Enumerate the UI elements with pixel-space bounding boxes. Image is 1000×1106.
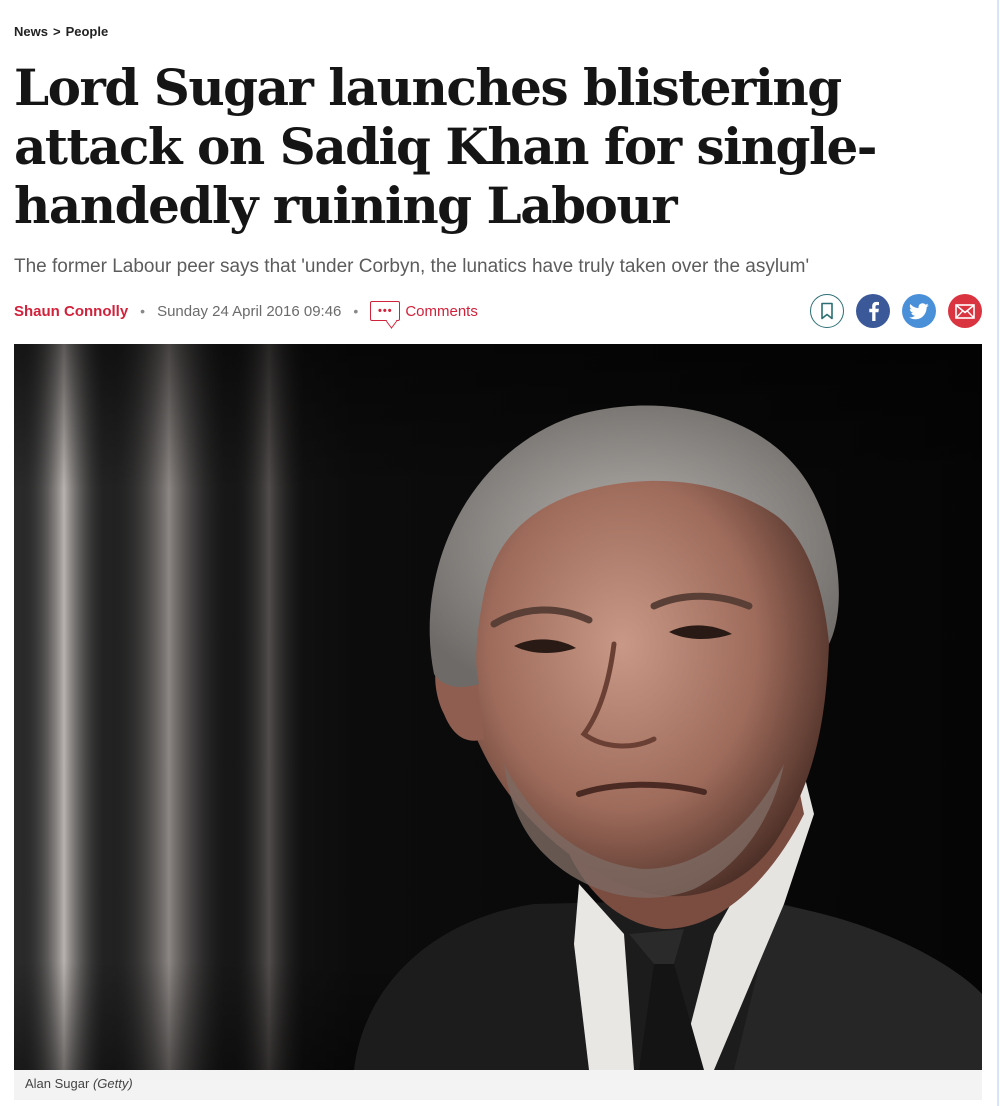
comments-label: Comments: [405, 302, 478, 320]
bookmark-icon: [821, 302, 833, 320]
author-link[interactable]: Shaun Connolly: [14, 303, 128, 320]
breadcrumb: News > People: [14, 24, 108, 39]
comment-bubble-icon: •••: [370, 301, 401, 321]
article-headline: Lord Sugar launches blistering attack on…: [14, 58, 878, 235]
article-standfirst: The former Labour peer says that 'under …: [14, 256, 810, 277]
meta-separator: •: [140, 303, 146, 319]
twitter-icon: [909, 302, 929, 319]
twitter-share-button[interactable]: [902, 294, 936, 328]
share-bar: [810, 294, 982, 328]
caption-name: Alan Sugar: [25, 1076, 90, 1091]
image-caption: Alan Sugar (Getty): [14, 1070, 982, 1100]
comments-link[interactable]: ••• Comments: [370, 301, 478, 321]
caption-credit: (Getty): [92, 1076, 133, 1091]
publish-date: Sunday 24 April 2016 09:46: [157, 302, 342, 320]
breadcrumb-separator: >: [52, 24, 61, 39]
bookmark-button[interactable]: [810, 294, 844, 328]
page-edge-rule: [997, 0, 999, 1106]
breadcrumb-news-link[interactable]: News: [14, 24, 48, 39]
article-meta: Shaun Connolly • Sunday 24 April 2016 09…: [14, 298, 478, 324]
meta-separator: •: [353, 303, 359, 319]
breadcrumb-people-link[interactable]: People: [66, 24, 109, 39]
facebook-icon: [869, 301, 879, 321]
article-hero-image: [14, 344, 982, 1070]
facebook-share-button[interactable]: [856, 294, 890, 328]
email-icon: [955, 303, 975, 319]
email-share-button[interactable]: [948, 294, 982, 328]
portrait-photo: [14, 344, 982, 1070]
